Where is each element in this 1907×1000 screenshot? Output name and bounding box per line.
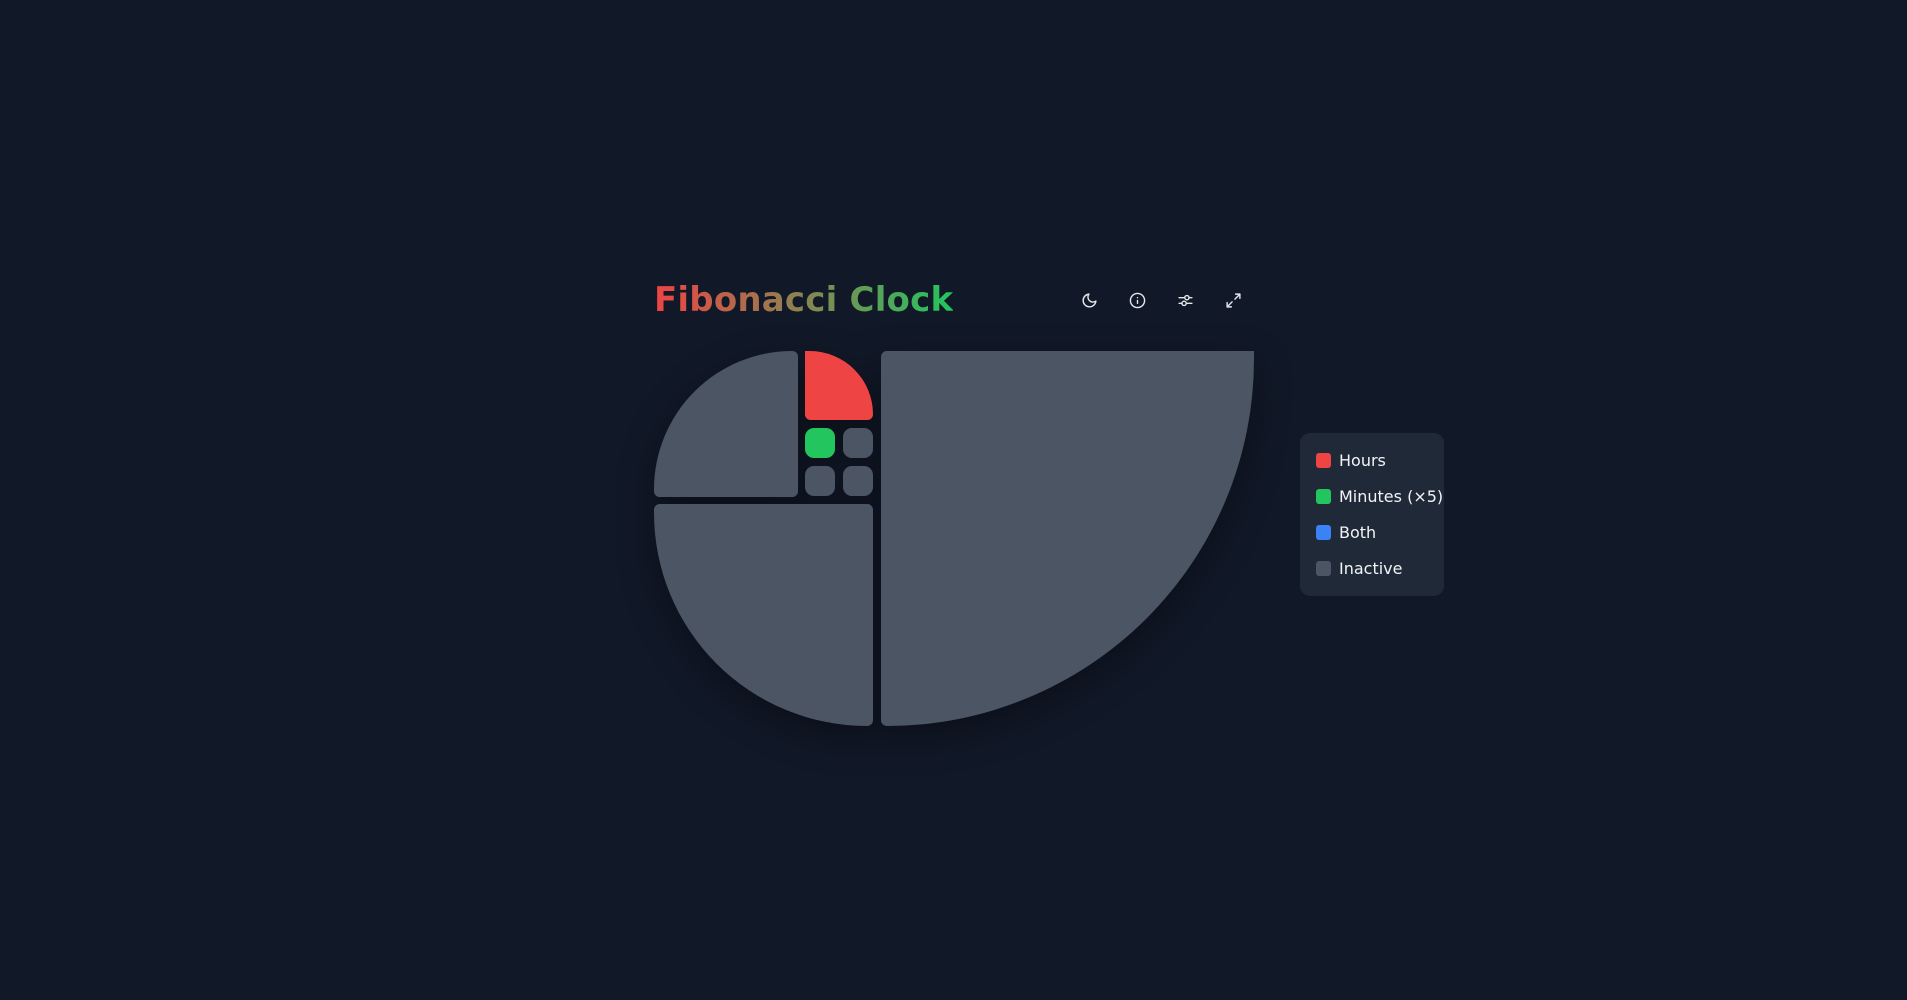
tile-1-c[interactable] bbox=[805, 466, 835, 496]
info-button[interactable] bbox=[1119, 282, 1155, 318]
legend-item-inactive: Inactive bbox=[1316, 550, 1444, 586]
toolbar bbox=[1071, 282, 1251, 318]
legend-label: Inactive bbox=[1339, 558, 1403, 578]
sliders-icon bbox=[1177, 294, 1193, 306]
clock-board bbox=[654, 351, 1254, 726]
legend: Hours Minutes (×5) Both Inactive bbox=[1300, 433, 1444, 596]
legend-item-minutes: Minutes (×5) bbox=[1316, 478, 1444, 514]
theme-toggle-button[interactable] bbox=[1071, 282, 1107, 318]
legend-swatch-both bbox=[1316, 524, 1331, 540]
tile-1-d[interactable] bbox=[843, 466, 873, 496]
tile-3[interactable] bbox=[654, 351, 798, 497]
settings-button[interactable] bbox=[1167, 282, 1203, 318]
legend-label: Minutes (×5) bbox=[1339, 486, 1444, 506]
legend-swatch-hours bbox=[1316, 452, 1331, 468]
legend-swatch-inactive bbox=[1316, 560, 1331, 576]
title-word-clock: Clock bbox=[849, 280, 954, 320]
tile-1-b[interactable] bbox=[843, 428, 873, 458]
page-title: Fibonacci Clock bbox=[654, 274, 953, 326]
tile-1-a[interactable] bbox=[805, 428, 835, 458]
fullscreen-button[interactable] bbox=[1215, 282, 1251, 318]
tile-5[interactable] bbox=[654, 504, 873, 726]
legend-swatch-minutes bbox=[1316, 488, 1331, 504]
legend-label: Hours bbox=[1339, 450, 1386, 470]
legend-item-hours: Hours bbox=[1316, 442, 1444, 478]
info-icon bbox=[1129, 292, 1145, 308]
expand-icon bbox=[1225, 292, 1241, 308]
tile-2[interactable] bbox=[805, 351, 873, 420]
legend-label: Both bbox=[1339, 522, 1377, 542]
moon-icon bbox=[1082, 292, 1097, 307]
title-word-fibonacci: Fibonacci bbox=[654, 280, 838, 320]
tile-8[interactable] bbox=[881, 351, 1254, 726]
legend-item-both: Both bbox=[1316, 514, 1444, 550]
